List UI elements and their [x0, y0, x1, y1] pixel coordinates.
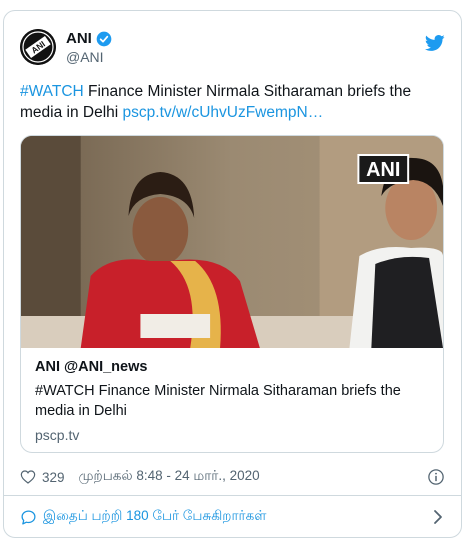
media-watermark: ANI [366, 159, 400, 181]
info-icon[interactable] [427, 468, 445, 486]
card-title: ANI @ANI_news [35, 359, 148, 375]
author-handle[interactable]: @ANI [66, 49, 112, 65]
tweet-meta-row: 329 முற்பகல் 8:48 - 24 மார்., 2020 [20, 467, 445, 487]
card-description: #WATCH Finance Minister Nirmala Sitharam… [35, 383, 401, 419]
tweet-header: ANI ANI @ANI [20, 29, 445, 73]
chevron-right-icon[interactable] [431, 509, 445, 525]
link-preview-card[interactable]: ANI ANI @ANI_news #WATCH Finance Ministe… [20, 135, 444, 453]
verified-badge-icon [96, 31, 112, 46]
footer-divider [4, 495, 461, 496]
card-body: ANI @ANI_news #WATCH Finance Minister Ni… [21, 348, 443, 443]
ani-logo-icon: ANI [20, 29, 56, 65]
author-block[interactable]: ANI @ANI [66, 30, 112, 65]
speech-bubble-icon [21, 509, 36, 525]
hashtag-link[interactable]: #WATCH [20, 83, 84, 100]
card-domain: pscp.tv [35, 427, 80, 443]
twitter-bird-icon[interactable] [425, 33, 445, 53]
avatar[interactable]: ANI [20, 29, 56, 65]
tweet-timestamp[interactable]: முற்பகல் 8:48 - 24 மார்., 2020 [79, 468, 260, 486]
like-count[interactable]: 329 [42, 470, 65, 485]
video-thumbnail: ANI [21, 136, 443, 348]
tweet-text: #WATCH Finance Minister Nirmala Sitharam… [20, 81, 440, 123]
discussion-text[interactable]: இதைப் பற்றி 180 பேர் பேசுகிறார்கள் [43, 508, 266, 526]
discussion-row[interactable]: இதைப் பற்றி 180 பேர் பேசுகிறார்கள் [20, 505, 445, 529]
heart-icon[interactable] [20, 469, 36, 485]
card-media-image[interactable]: ANI [21, 136, 443, 348]
embedded-tweet: ANI ANI @ANI #WATCH Finance Minister Nir… [3, 10, 462, 538]
author-display-name[interactable]: ANI [66, 30, 92, 47]
tweet-url-link[interactable]: pscp.tv/w/cUhvUzFwempN… [123, 104, 324, 121]
